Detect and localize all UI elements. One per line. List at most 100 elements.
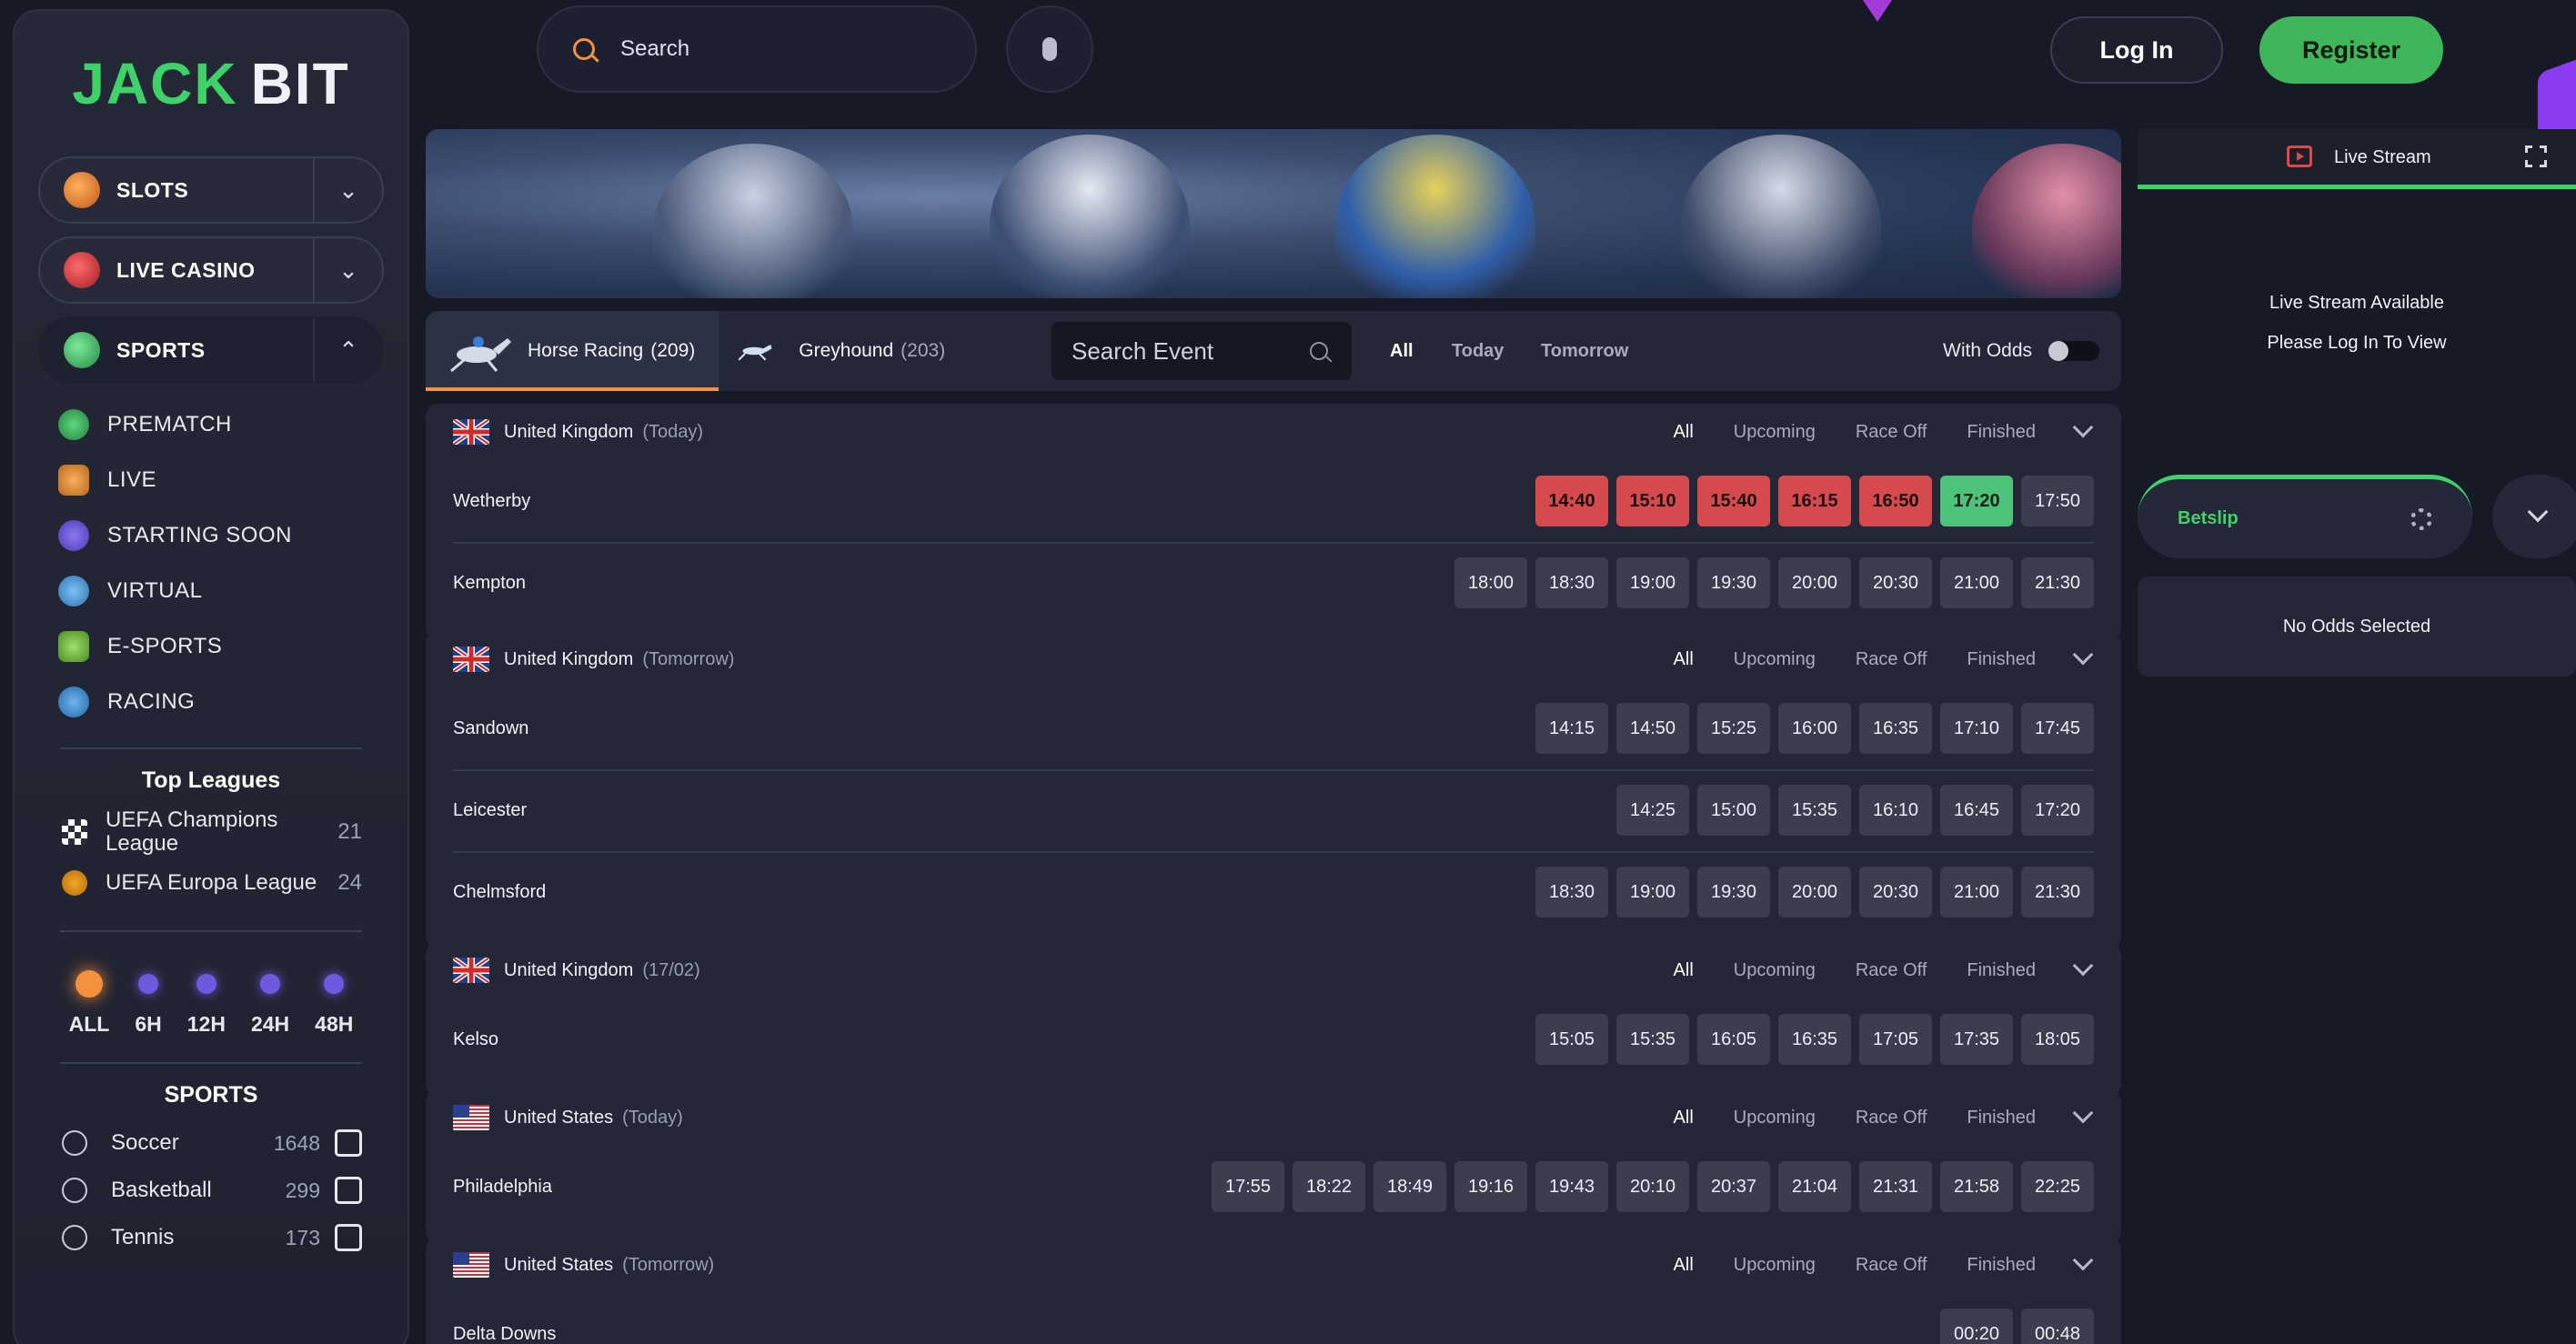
tab-greyhound[interactable]: Greyhound (203) — [719, 311, 969, 391]
race-time-button[interactable]: 17:20 — [2021, 785, 2094, 836]
race-time-button[interactable]: 18:00 — [1454, 557, 1527, 608]
time-filter-24h[interactable]: 24H — [251, 968, 289, 1037]
sport-item-tennis[interactable]: Tennis 173 — [38, 1214, 384, 1261]
chevron-down-icon[interactable] — [2072, 955, 2094, 977]
venue-name[interactable]: Sandown — [453, 718, 1535, 739]
submenu-prematch[interactable]: PREMATCH — [58, 396, 384, 452]
time-filter-all[interactable]: ALL — [69, 968, 109, 1037]
filter-finished[interactable]: Finished — [1967, 1255, 2036, 1276]
chevron-down-icon[interactable] — [2072, 1249, 2094, 1271]
race-time-button[interactable]: 20:10 — [1616, 1161, 1689, 1212]
sport-item-soccer[interactable]: Soccer 1648 — [38, 1119, 384, 1167]
race-time-button[interactable]: 00:48 — [2021, 1309, 2094, 1344]
race-time-button[interactable]: 21:31 — [1859, 1161, 1932, 1212]
race-time-button[interactable]: 17:05 — [1859, 1014, 1932, 1065]
filter-race-off[interactable]: Race Off — [1856, 1255, 1927, 1276]
race-time-button[interactable]: 15:00 — [1697, 785, 1770, 836]
race-time-button[interactable]: 14:15 — [1535, 703, 1608, 754]
race-time-button[interactable]: 14:25 — [1616, 785, 1689, 836]
race-time-button[interactable]: 16:10 — [1859, 785, 1932, 836]
venue-name[interactable]: Chelmsford — [453, 882, 1535, 903]
filter-race-off[interactable]: Race Off — [1856, 649, 1927, 670]
race-time-button[interactable]: 15:40 — [1697, 476, 1770, 527]
race-time-button[interactable]: 16:35 — [1859, 703, 1932, 754]
submenu-live[interactable]: LIVE — [58, 452, 384, 507]
filter-all[interactable]: All — [1674, 1108, 1694, 1128]
venue-name[interactable]: Leicester — [453, 800, 1616, 821]
race-time-button[interactable]: 14:40 — [1535, 476, 1608, 527]
filter-finished[interactable]: Finished — [1967, 1108, 2036, 1128]
chevron-down-icon[interactable] — [2072, 1102, 2094, 1124]
race-time-button[interactable]: 19:30 — [1697, 867, 1770, 918]
race-time-button[interactable]: 14:50 — [1616, 703, 1689, 754]
venue-name[interactable]: Philadelphia — [453, 1177, 1212, 1198]
login-button[interactable]: Log In — [2050, 16, 2223, 84]
race-time-button[interactable]: 17:35 — [1940, 1014, 2013, 1065]
chevron-down-icon[interactable] — [2072, 416, 2094, 438]
brand-logo[interactable]: JACK BIT — [38, 11, 384, 156]
filter-finished[interactable]: Finished — [1967, 960, 2036, 981]
race-time-button[interactable]: 18:30 — [1535, 867, 1608, 918]
race-time-button[interactable]: 20:30 — [1859, 867, 1932, 918]
day-filter-tomorrow[interactable]: Tomorrow — [1541, 311, 1628, 391]
race-time-button[interactable]: 15:10 — [1616, 476, 1689, 527]
race-time-button[interactable]: 17:50 — [2021, 476, 2094, 527]
race-time-button[interactable]: 21:04 — [1778, 1161, 1851, 1212]
chevron-down-icon[interactable]: ⌄ — [313, 158, 382, 222]
race-time-button[interactable]: 18:30 — [1535, 557, 1608, 608]
venue-name[interactable]: Delta Downs — [453, 1324, 1940, 1344]
race-time-button[interactable]: 19:00 — [1616, 867, 1689, 918]
filter-finished[interactable]: Finished — [1967, 422, 2036, 443]
league-item[interactable]: UEFA Europa League 24 — [38, 858, 384, 908]
filter-upcoming[interactable]: Upcoming — [1734, 422, 1816, 443]
fullscreen-icon[interactable] — [2524, 145, 2550, 170]
voice-search-button[interactable] — [1006, 5, 1093, 93]
race-time-button[interactable]: 21:00 — [1940, 557, 2013, 608]
sport-checkbox[interactable] — [335, 1177, 362, 1204]
race-time-button[interactable]: 16:45 — [1940, 785, 2013, 836]
race-time-button[interactable]: 21:30 — [2021, 867, 2094, 918]
tab-horse-racing[interactable]: Horse Racing (209) — [426, 311, 719, 391]
filter-race-off[interactable]: Race Off — [1856, 960, 1927, 981]
submenu-esports[interactable]: E-SPORTS — [58, 618, 384, 674]
betslip-collapse-button[interactable] — [2492, 475, 2576, 558]
filter-all[interactable]: All — [1674, 1255, 1694, 1276]
race-time-button[interactable]: 17:20 — [1940, 476, 2013, 527]
race-time-button[interactable]: 18:49 — [1374, 1161, 1446, 1212]
race-time-button[interactable]: 21:58 — [1940, 1161, 2013, 1212]
filter-upcoming[interactable]: Upcoming — [1734, 960, 1816, 981]
race-time-button[interactable]: 21:00 — [1940, 867, 2013, 918]
global-search[interactable]: Search — [537, 5, 977, 93]
venue-name[interactable]: Wetherby — [453, 491, 1535, 512]
race-time-button[interactable]: 20:37 — [1697, 1161, 1770, 1212]
race-time-button[interactable]: 16:35 — [1778, 1014, 1851, 1065]
search-event-input[interactable]: Search Event — [1052, 322, 1352, 380]
race-time-button[interactable]: 18:05 — [2021, 1014, 2094, 1065]
filter-upcoming[interactable]: Upcoming — [1734, 649, 1816, 670]
race-time-button[interactable]: 21:30 — [2021, 557, 2094, 608]
betslip-tab[interactable]: Betslip — [2138, 475, 2472, 558]
filter-all[interactable]: All — [1674, 649, 1694, 670]
menu-sports[interactable]: SPORTS ⌃ — [38, 316, 384, 384]
sport-checkbox[interactable] — [335, 1224, 362, 1251]
sport-checkbox[interactable] — [335, 1129, 362, 1157]
toggle-switch[interactable] — [2048, 341, 2100, 361]
menu-live-casino[interactable]: LIVE CASINO ⌄ — [38, 236, 384, 304]
race-time-button[interactable]: 16:50 — [1859, 476, 1932, 527]
filter-upcoming[interactable]: Upcoming — [1734, 1255, 1816, 1276]
race-time-button[interactable]: 20:00 — [1778, 557, 1851, 608]
race-time-button[interactable]: 15:35 — [1778, 785, 1851, 836]
filter-all[interactable]: All — [1674, 960, 1694, 981]
submenu-racing[interactable]: RACING — [58, 674, 384, 729]
register-button[interactable]: Register — [2259, 16, 2443, 84]
race-time-button[interactable]: 20:00 — [1778, 867, 1851, 918]
submenu-starting-soon[interactable]: STARTING SOON — [58, 507, 384, 563]
race-time-button[interactable]: 17:55 — [1212, 1161, 1284, 1212]
race-time-button[interactable]: 15:05 — [1535, 1014, 1608, 1065]
race-time-button[interactable]: 15:35 — [1616, 1014, 1689, 1065]
race-time-button[interactable]: 20:30 — [1859, 557, 1932, 608]
day-filter-today[interactable]: Today — [1452, 311, 1504, 391]
chevron-down-icon[interactable]: ⌄ — [313, 238, 382, 302]
race-time-button[interactable]: 19:00 — [1616, 557, 1689, 608]
race-time-button[interactable]: 16:00 — [1778, 703, 1851, 754]
